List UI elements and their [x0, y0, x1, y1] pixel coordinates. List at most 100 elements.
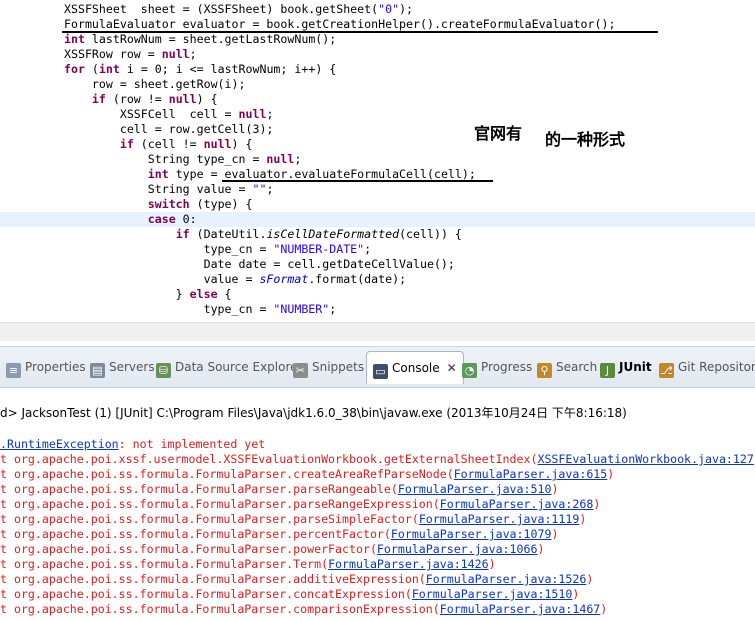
stack-frame: t org.apache.poi.ss.formula.FormulaParse…	[0, 527, 558, 542]
code-token: {	[217, 287, 232, 301]
source-link[interactable]: FormulaParser.java:1426	[328, 557, 489, 571]
underline-stroke	[222, 180, 493, 182]
code-token: ;	[189, 47, 197, 61]
code-token: XSSFRow row =	[64, 47, 162, 61]
code-line: case 0:	[0, 212, 755, 227]
tab-progress[interactable]: ◔ Progress	[462, 356, 532, 378]
tab-search[interactable]: ⚲ Search	[537, 356, 597, 378]
code-token: XSSFCell cell =	[64, 107, 239, 121]
code-token: String type_cn =	[64, 152, 267, 166]
code-token: for	[64, 62, 85, 76]
stack-frame: t org.apache.poi.ss.formula.FormulaParse…	[0, 512, 586, 527]
tab-label: Search	[556, 360, 598, 374]
editor-horizontal-scrollbar[interactable]	[0, 322, 755, 341]
tab-junit[interactable]: J JUnit	[600, 356, 652, 378]
frame-end: )	[551, 527, 559, 541]
code-token: "0"	[378, 2, 400, 16]
tab-label: Servers	[109, 360, 155, 374]
source-link[interactable]: XSSFEvaluationWorkbook.java:127	[537, 452, 753, 466]
frame-end: )	[586, 572, 594, 586]
code-token: ;	[266, 182, 274, 196]
code-token: String value =	[64, 182, 253, 196]
code-line: for (int i = 0; i <= lastRowNum; i++) {	[0, 62, 336, 77]
code-token: isCellDateFormatted	[266, 227, 400, 241]
tab-label: Git Repositories	[678, 360, 755, 374]
code-editor[interactable]: XSSFSheet sheet = (XSSFSheet) book.getSh…	[0, 0, 755, 322]
code-token: (DateUtil.	[189, 227, 267, 241]
code-token: null	[238, 107, 267, 121]
code-token: ""	[252, 182, 267, 196]
tab-label: Data Source Explorer	[175, 360, 303, 374]
tab-snippets[interactable]: ✂ Snippets	[293, 356, 364, 378]
frame-method: t org.apache.poi.ss.formula.FormulaParse…	[0, 482, 398, 496]
source-link[interactable]: FormulaParser.java:1066	[377, 542, 538, 556]
servers-icon: ▤	[90, 363, 105, 378]
frame-end: )	[579, 512, 587, 526]
source-link[interactable]: FormulaParser.java:268	[440, 497, 594, 511]
code-line: int lastRowNum = sheet.getLastRowNum();	[0, 32, 336, 47]
frame-end: )	[593, 497, 601, 511]
source-link[interactable]: FormulaParser.java:615	[454, 467, 608, 481]
stack-frame: t org.apache.poi.ss.formula.FormulaParse…	[0, 572, 593, 587]
code-line: String type_cn = null;	[0, 152, 302, 167]
code-token: int	[147, 167, 169, 181]
code-line: } else {	[0, 287, 232, 302]
code-token: (row !=	[105, 92, 169, 106]
source-link[interactable]: FormulaParser.java:1119	[419, 512, 580, 526]
tab-git-repositories[interactable]: ⎇ Git Repositories	[659, 356, 755, 378]
code-token: null	[161, 47, 190, 61]
console-icon: ▭	[373, 364, 388, 379]
stack-frame: t org.apache.poi.xssf.usermodel.XSSFEval…	[0, 452, 754, 467]
stack-frame: t org.apache.poi.ss.formula.FormulaParse…	[0, 482, 558, 497]
exception-line: .RuntimeException: not implemented yet	[0, 437, 265, 452]
code-token: ;	[364, 242, 372, 256]
code-token: null	[266, 152, 295, 166]
frame-method: t org.apache.poi.ss.formula.FormulaParse…	[0, 497, 440, 511]
frame-end: )	[551, 482, 559, 496]
frame-end: )	[600, 602, 608, 616]
code-token: if	[119, 137, 134, 151]
code-token: int	[98, 62, 120, 76]
frame-end: )	[488, 557, 496, 571]
code-token: switch	[147, 197, 190, 211]
code-token: .format(date);	[308, 272, 407, 286]
tab-servers[interactable]: ▤ Servers	[90, 356, 155, 378]
source-link[interactable]: FormulaParser.java:1526	[426, 572, 587, 586]
close-icon[interactable]: ✕	[447, 352, 457, 384]
tab-console[interactable]: ▭ Console ✕	[366, 351, 464, 384]
code-line: Date date = cell.getDateCellValue();	[0, 257, 455, 272]
frame-end: )	[537, 542, 545, 556]
source-link[interactable]: FormulaParser.java:1467	[440, 602, 601, 616]
code-line: if (cell != null) {	[0, 137, 253, 152]
code-line: if (row != null) {	[0, 92, 218, 107]
source-link[interactable]: FormulaParser.java:1079	[391, 527, 552, 541]
exception-link[interactable]: .RuntimeException	[0, 437, 119, 451]
tab-properties[interactable]: ≡ Properties	[6, 356, 86, 378]
code-token: lastRowNum = sheet.getLastRowNum();	[84, 32, 337, 46]
source-link[interactable]: FormulaParser.java:1510	[412, 587, 573, 601]
code-token: null	[168, 92, 197, 106]
code-line: if (DateUtil.isCellDateFormatted(cell)) …	[0, 227, 462, 242]
source-link[interactable]: FormulaParser.java:510	[398, 482, 552, 496]
tab-label: Console	[392, 361, 440, 375]
code-token: XSSFSheet sheet = (XSSFSheet) book.getSh…	[64, 2, 379, 16]
tab-data-source-explorer[interactable]: ⛁ Data Source Explorer	[156, 356, 302, 378]
code-token: "NUMBER-DATE"	[273, 242, 365, 256]
code-token: (cell !=	[133, 137, 204, 151]
snippets-icon: ✂	[293, 363, 308, 378]
tab-label: Progress	[481, 360, 533, 374]
code-token: null	[203, 137, 232, 151]
frame-method: t org.apache.poi.ss.formula.FormulaParse…	[0, 557, 329, 571]
stack-frame: t org.apache.poi.ss.formula.FormulaParse…	[0, 602, 607, 617]
console-launch-header: d> JacksonTest (1) [JUnit] C:\Program Fi…	[0, 406, 627, 420]
code-token: ) {	[196, 92, 218, 106]
code-token: int	[64, 32, 85, 46]
exception-message: : not implemented yet	[118, 437, 266, 451]
code-token: row = sheet.getRow(i);	[64, 77, 246, 91]
frame-method: t org.apache.poi.ss.formula.FormulaParse…	[0, 542, 377, 556]
code-token: else	[189, 287, 218, 301]
